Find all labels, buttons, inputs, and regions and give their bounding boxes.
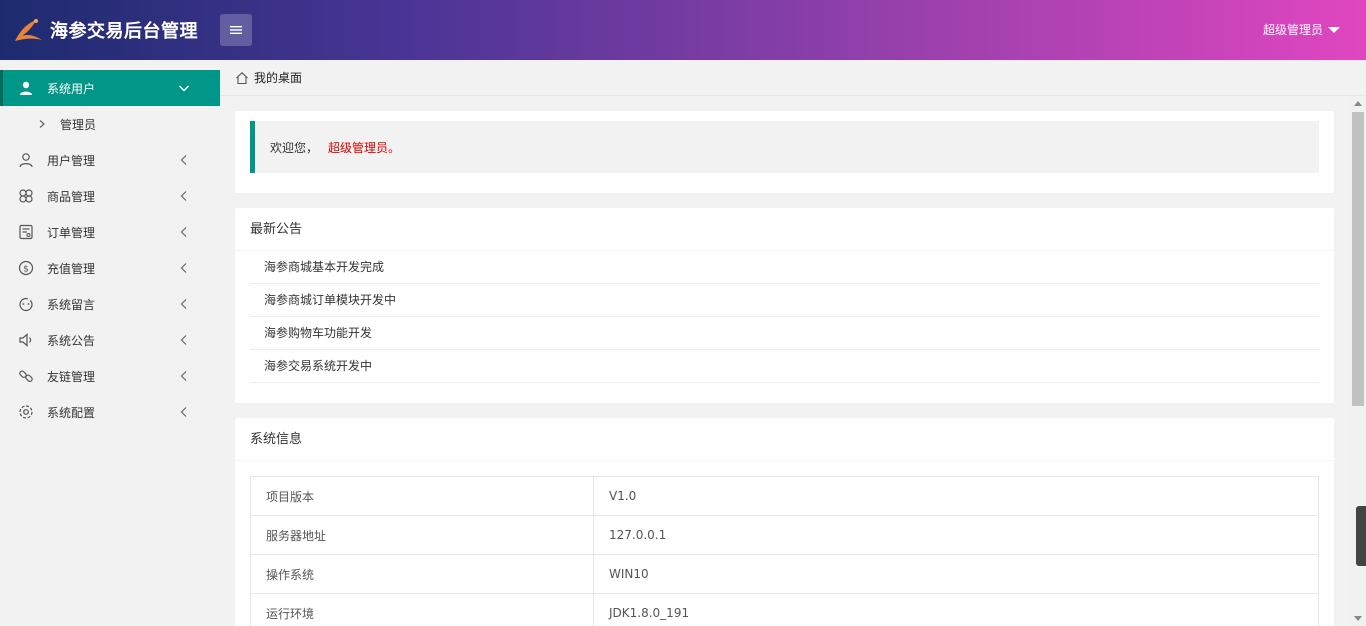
notice-item[interactable]: 海参商城基本开发完成 xyxy=(250,251,1319,284)
sidebar-item-system-notices[interactable]: 系统公告 xyxy=(0,322,220,358)
info-key: 运行环境 xyxy=(250,593,594,626)
info-key: 服务器地址 xyxy=(250,515,594,555)
sidebar-item-label: 系统用户 xyxy=(47,81,96,96)
app-title: 海参交易后台管理 xyxy=(50,21,198,42)
chevron-left-icon xyxy=(180,263,187,273)
info-key: 项目版本 xyxy=(250,476,594,516)
welcome-message: 欢迎您， 超级管理员。 xyxy=(250,121,1319,173)
notice-item[interactable]: 海参购物车功能开发 xyxy=(250,317,1319,350)
notice-item[interactable]: 海参交易系统开发中 xyxy=(250,350,1319,383)
sidebar-item-order-management[interactable]: 订单管理 xyxy=(0,214,220,250)
breadcrumb-label[interactable]: 我的桌面 xyxy=(254,69,302,86)
hamburger-icon xyxy=(230,26,242,34)
table-row: 服务器地址 127.0.0.1 xyxy=(250,515,1319,555)
user-icon xyxy=(18,80,34,96)
user-outline-icon xyxy=(18,152,34,168)
welcome-text: 欢迎您， xyxy=(270,140,319,155)
product-icon xyxy=(18,188,34,204)
system-info-title: 系统信息 xyxy=(235,418,1334,461)
sidebar-item-user-management[interactable]: 用户管理 xyxy=(0,142,220,178)
sidebar-item-product-management[interactable]: 商品管理 xyxy=(0,178,220,214)
table-row: 运行环境 JDK1.8.0_191 xyxy=(250,593,1319,626)
svg-text:$: $ xyxy=(23,265,29,275)
order-icon xyxy=(18,224,34,240)
table-row: 项目版本 V1.0 xyxy=(250,476,1319,516)
menu-toggle-button[interactable] xyxy=(220,14,252,46)
notice-list: 海参商城基本开发完成 海参商城订单模块开发中 海参购物车功能开发 海参交易系统开… xyxy=(250,251,1319,383)
side-widget-handle[interactable] xyxy=(1356,506,1366,566)
chevron-left-icon xyxy=(180,155,187,165)
sidebar-item-label: 充值管理 xyxy=(47,261,96,276)
sidebar-subitem-label: 管理员 xyxy=(60,117,97,132)
sidebar-item-label: 订单管理 xyxy=(47,225,96,240)
sidebar-item-label: 系统配置 xyxy=(47,405,96,420)
chevron-left-icon xyxy=(180,335,187,345)
sidebar-item-label: 友链管理 xyxy=(47,369,96,384)
user-menu-label: 超级管理员 xyxy=(1262,23,1323,37)
home-icon xyxy=(236,71,248,84)
scroll-thumb[interactable] xyxy=(1352,112,1364,406)
notice-item[interactable]: 海参商城订单模块开发中 xyxy=(250,284,1319,317)
caret-down-icon xyxy=(1328,26,1340,33)
main-content: 欢迎您， 超级管理员。 最新公告 海参商城基本开发完成 海参商城订单模块开发中 … xyxy=(220,96,1350,626)
sidebar-item-link-management[interactable]: 友链管理 xyxy=(0,358,220,394)
info-value: WIN10 xyxy=(593,554,1319,594)
speaker-icon xyxy=(18,332,34,348)
info-value: V1.0 xyxy=(593,476,1319,516)
sidebar-item-system-config[interactable]: 系统配置 xyxy=(0,394,220,430)
dollar-icon: $ xyxy=(18,260,34,276)
breadcrumb: 我的桌面 xyxy=(220,60,1366,96)
system-info-table: 项目版本 V1.0 服务器地址 127.0.0.1 操作系统 WIN10 运行环… xyxy=(250,476,1319,626)
chevron-left-icon xyxy=(180,371,187,381)
sidebar-subitem-admin[interactable]: 管理员 xyxy=(0,106,220,142)
welcome-admin-name: 超级管理员。 xyxy=(328,140,401,155)
info-value: JDK1.8.0_191 xyxy=(593,593,1319,626)
info-key: 操作系统 xyxy=(250,554,594,594)
welcome-card: 欢迎您， 超级管理员。 xyxy=(235,111,1334,193)
chevron-left-icon xyxy=(180,227,187,237)
sidebar-item-label: 用户管理 xyxy=(47,153,96,168)
notice-card: 最新公告 海参商城基本开发完成 海参商城订单模块开发中 海参购物车功能开发 海参… xyxy=(235,208,1334,403)
chevron-left-icon xyxy=(180,191,187,201)
system-info-card: 系统信息 项目版本 V1.0 服务器地址 127.0.0.1 操作系统 WIN1… xyxy=(235,418,1334,626)
sidebar: 系统用户 管理员 用户管理 商品管理 订单管理 $ 充值管理 系统留言 系统公告… xyxy=(0,60,220,626)
link-icon xyxy=(18,368,34,384)
notice-card-title: 最新公告 xyxy=(235,208,1334,251)
sidebar-item-label: 系统留言 xyxy=(47,297,96,312)
scroll-up-arrow-icon[interactable] xyxy=(1354,101,1362,106)
sidebar-item-label: 系统公告 xyxy=(47,333,96,348)
message-icon xyxy=(18,296,34,312)
sidebar-item-system-users[interactable]: 系统用户 xyxy=(0,70,220,106)
sidebar-item-recharge-management[interactable]: $ 充值管理 xyxy=(0,250,220,286)
logo-icon xyxy=(15,19,42,41)
chevron-left-icon xyxy=(180,299,187,309)
chevron-left-icon xyxy=(180,407,187,417)
settings-icon xyxy=(18,404,34,420)
sidebar-item-label: 商品管理 xyxy=(47,189,96,204)
table-row: 操作系统 WIN10 xyxy=(250,554,1319,594)
sidebar-item-system-messages[interactable]: 系统留言 xyxy=(0,286,220,322)
scroll-down-arrow-icon[interactable] xyxy=(1354,616,1362,621)
info-value: 127.0.0.1 xyxy=(593,515,1319,555)
chevron-down-icon xyxy=(179,85,189,92)
top-header: 海参交易后台管理 超级管理员 xyxy=(0,0,1366,60)
chevron-right-icon xyxy=(39,120,45,128)
user-menu[interactable]: 超级管理员 xyxy=(1263,21,1340,38)
